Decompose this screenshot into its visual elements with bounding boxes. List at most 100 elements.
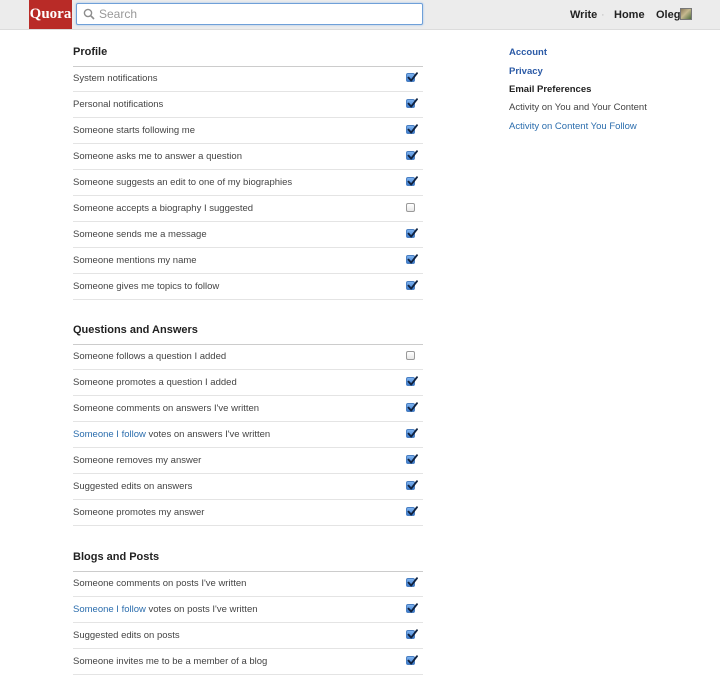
preference-text: Someone mentions my name: [73, 255, 197, 266]
preference-row: Someone asks me to answer a question: [73, 144, 423, 170]
preference-label: Someone invites me to be a member of a b…: [73, 656, 267, 667]
checkmark-icon: [407, 376, 418, 386]
section-title-profile: Profile: [73, 46, 108, 58]
someone-i-follow-link[interactable]: Someone I follow: [73, 429, 146, 440]
preference-checkbox[interactable]: [406, 150, 418, 160]
checkmark-icon: [407, 454, 418, 464]
preference-label: Someone follows a question I added: [73, 351, 226, 362]
checkmark-icon: [407, 428, 418, 438]
checkmark-icon: [407, 629, 418, 639]
preference-text: Someone comments on answers I've written: [73, 403, 260, 414]
preference-checkbox[interactable]: [406, 203, 415, 212]
checkmark-icon: [407, 603, 418, 613]
preference-row: Someone comments on answers I've written: [73, 396, 423, 422]
preference-checkbox[interactable]: [406, 254, 418, 264]
checkmark-icon: [407, 577, 418, 587]
preference-checkbox[interactable]: [406, 176, 418, 186]
checkmark-icon: [407, 176, 418, 186]
preference-row: Someone promotes my answer: [73, 500, 423, 526]
preference-row: Suggested edits on posts: [73, 623, 423, 649]
preference-checkbox[interactable]: [406, 124, 418, 134]
preference-row: Someone accepts a biography I suggested: [73, 196, 423, 222]
preference-row: Someone mentions my name: [73, 248, 423, 274]
someone-i-follow-link[interactable]: Someone I follow: [73, 604, 146, 615]
preference-row: Someone promotes a question I added: [73, 370, 423, 396]
sidebar-item-activity-on-you-and-your-content[interactable]: Activity on You and Your Content: [509, 102, 647, 113]
preference-text: votes on posts I've written: [145, 604, 258, 615]
preference-checkbox[interactable]: [406, 480, 418, 490]
preference-checkbox[interactable]: [406, 98, 418, 108]
preference-checkbox[interactable]: [406, 655, 418, 665]
section-title-questions-and-answers: Questions and Answers: [73, 324, 198, 336]
preference-row: Someone follows a question I added: [73, 344, 423, 370]
nav-user[interactable]: Oleg: [656, 9, 680, 21]
preference-label: Someone asks me to answer a question: [73, 151, 242, 162]
preference-checkbox[interactable]: [406, 376, 418, 386]
preference-label: Someone I follow votes on answers I've w…: [73, 429, 270, 440]
preference-checkbox[interactable]: [406, 280, 418, 290]
preference-label: Someone comments on posts I've written: [73, 578, 246, 589]
sidebar-item-privacy[interactable]: Privacy: [509, 66, 543, 77]
preference-label: Someone starts following me: [73, 125, 195, 136]
preference-label: Someone comments on answers I've written: [73, 403, 259, 414]
sidebar-item-email-preferences: Email Preferences: [509, 84, 592, 95]
preference-text: System notifications: [73, 73, 158, 84]
preference-row: Someone invites me to be a member of a b…: [73, 649, 423, 675]
checkmark-icon: [407, 655, 418, 665]
preference-row: Someone gives me topics to follow: [73, 274, 423, 300]
quora-logo[interactable]: Quora: [29, 0, 72, 29]
preference-label: Someone mentions my name: [73, 255, 197, 266]
preference-text: Someone follows a question I added: [73, 351, 227, 362]
preference-label: Suggested edits on answers: [73, 481, 192, 492]
preference-label: Someone sends me a message: [73, 229, 207, 240]
preference-checkbox[interactable]: [406, 228, 418, 238]
avatar[interactable]: [680, 8, 692, 20]
checkmark-icon: [407, 98, 418, 108]
preference-row: Someone comments on posts I've written: [73, 571, 423, 597]
section-title-blogs-and-posts: Blogs and Posts: [73, 551, 160, 563]
preference-label: Someone accepts a biography I suggested: [73, 203, 253, 214]
nav-write[interactable]: Write: [570, 9, 597, 21]
nav-home[interactable]: Home: [614, 9, 645, 21]
sidebar-item-account[interactable]: Account: [509, 47, 547, 58]
preference-checkbox[interactable]: [406, 603, 418, 613]
checkmark-icon: [407, 506, 418, 516]
checkmark-icon: [407, 124, 418, 134]
preference-checkbox[interactable]: [406, 506, 418, 516]
preference-checkbox[interactable]: [406, 629, 418, 639]
checkmark-icon: [407, 480, 418, 490]
preference-label: System notifications: [73, 73, 157, 84]
preference-checkbox[interactable]: [406, 577, 418, 587]
preference-row: Someone I follow votes on answers I've w…: [73, 422, 423, 448]
preference-checkbox[interactable]: [406, 351, 415, 360]
preference-label: Suggested edits on posts: [73, 630, 180, 641]
search-input[interactable]: [99, 5, 414, 22]
checkmark-icon: [407, 280, 418, 290]
preference-label: Personal notifications: [73, 99, 163, 110]
preference-text: Someone gives me topics to follow: [73, 281, 220, 292]
preference-text: Someone sends me a message: [73, 229, 207, 240]
preference-row: Someone suggests an edit to one of my bi…: [73, 170, 423, 196]
preference-checkbox[interactable]: [406, 402, 418, 412]
checkmark-icon: [407, 72, 418, 82]
preference-text: Someone asks me to answer a question: [73, 151, 242, 162]
sidebar-item-activity-on-content-you-follow[interactable]: Activity on Content You Follow: [509, 121, 637, 132]
preference-row: Suggested edits on answers: [73, 474, 423, 500]
preference-text: Suggested edits on posts: [73, 630, 180, 641]
preference-text: Personal notifications: [73, 99, 164, 110]
preference-checkbox[interactable]: [406, 454, 418, 464]
preference-row: Someone sends me a message: [73, 222, 423, 248]
nav-separator: ·: [601, 9, 605, 21]
preference-text: Someone suggests an edit to one of my bi…: [73, 177, 293, 188]
preference-label: Someone removes my answer: [73, 455, 201, 466]
preference-text: Someone invites me to be a member of a b…: [73, 656, 268, 667]
checkmark-icon: [407, 228, 418, 238]
preference-label: Someone suggests an edit to one of my bi…: [73, 177, 292, 188]
preference-label: Someone promotes a question I added: [73, 377, 237, 388]
preference-checkbox[interactable]: [406, 428, 418, 438]
preference-row: System notifications: [73, 66, 423, 92]
preference-row: Someone removes my answer: [73, 448, 423, 474]
search-box[interactable]: [76, 3, 423, 25]
preference-row: Someone starts following me: [73, 118, 423, 144]
preference-checkbox[interactable]: [406, 72, 418, 82]
